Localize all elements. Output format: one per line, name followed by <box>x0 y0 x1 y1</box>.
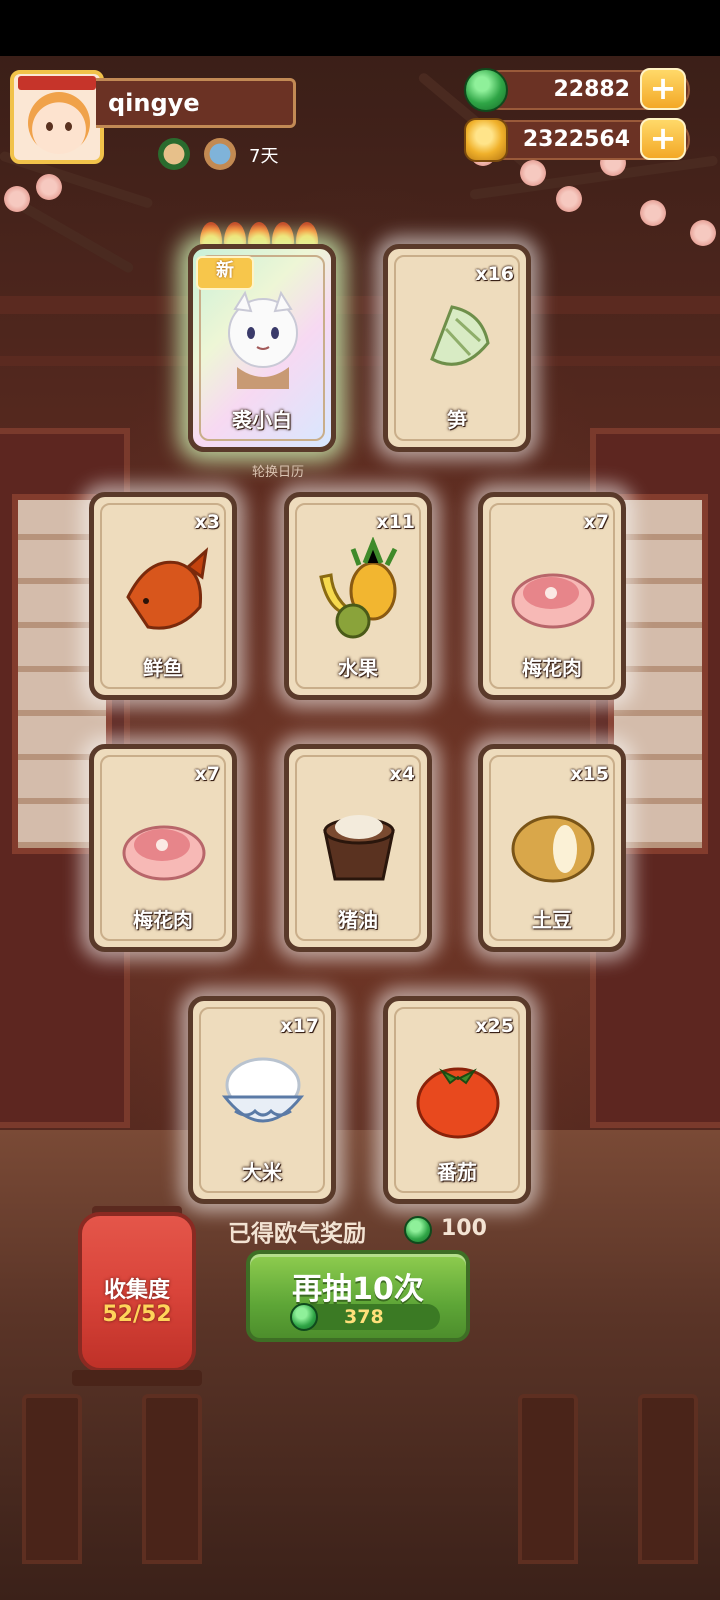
pork-icon <box>118 789 210 893</box>
rice-bowl-icon <box>217 1041 309 1145</box>
railing-post <box>22 1394 82 1564</box>
avatar-face <box>28 92 90 154</box>
add-jade-button[interactable]: + <box>640 68 686 110</box>
railing-post <box>142 1394 202 1564</box>
player-name: qingye <box>96 78 296 128</box>
lard-icon <box>313 789 405 893</box>
new-badge: 新 <box>196 256 254 290</box>
avatar-banner <box>18 76 96 90</box>
blossom-decoration <box>36 174 62 200</box>
reward-card[interactable]: x25 番茄 <box>383 996 531 1204</box>
card-count: x11 <box>376 511 415 533</box>
reward-card[interactable]: x7 梅花肉 <box>89 744 237 952</box>
reward-card[interactable]: x16 笋 <box>383 244 531 452</box>
potato-icon <box>507 789 599 893</box>
card-count: x7 <box>194 763 220 785</box>
card-name: 笋 <box>447 408 467 432</box>
jade-icon <box>464 68 508 112</box>
reward-card[interactable]: x7 梅花肉 <box>478 492 626 700</box>
card-count: x16 <box>475 263 514 285</box>
coin-icon <box>464 118 508 162</box>
add-coin-button[interactable]: + <box>640 118 686 160</box>
reward-card[interactable]: x4 猪油 <box>284 744 432 952</box>
card-name: 大米 <box>242 1160 282 1184</box>
jade-icon <box>290 1303 318 1331</box>
jade-icon <box>404 1216 432 1244</box>
card-count: x17 <box>280 1015 319 1037</box>
card-count: x15 <box>570 763 609 785</box>
player-avatar[interactable] <box>10 70 104 164</box>
cat-character-icon <box>217 289 309 393</box>
railing-post <box>518 1394 578 1564</box>
reward-card[interactable]: x3 鲜鱼 <box>89 492 237 700</box>
card-name: 梅花肉 <box>522 656 582 680</box>
pet-badge-icon[interactable] <box>158 138 190 170</box>
blossom-decoration <box>640 200 666 226</box>
card-name: 水果 <box>338 656 378 680</box>
reward-card[interactable]: x11 水果 <box>284 492 432 700</box>
blossom-decoration <box>556 186 582 212</box>
fish-icon <box>118 537 210 641</box>
reward-card[interactable]: x17 大米 <box>188 996 336 1204</box>
blossom-decoration <box>690 220 716 246</box>
draw-again-button[interactable]: 再抽10次 378 <box>246 1250 470 1342</box>
card-name: 鲜鱼 <box>143 656 183 680</box>
card-count: x25 <box>475 1015 514 1037</box>
bowl-badge-icon[interactable] <box>204 138 236 170</box>
draw-again-label: 再抽10次 <box>292 1272 424 1307</box>
card-name: 梅花肉 <box>133 908 193 932</box>
card-name: 猪油 <box>338 908 378 932</box>
lantern-stand <box>72 1370 202 1386</box>
login-days: 7天 <box>249 146 279 167</box>
luck-reward-value: 100 <box>441 1216 487 1241</box>
wooden-beam <box>0 356 720 366</box>
collection-title: 收集度 <box>103 1278 170 1303</box>
collection-lantern[interactable]: 收集度 52/52 <box>78 1212 196 1372</box>
blossom-decoration <box>520 160 546 186</box>
draw-cost-value: 378 <box>344 1306 384 1328</box>
card-name: 番茄 <box>437 1160 477 1184</box>
blossom-decoration <box>4 186 30 212</box>
card-count: x3 <box>194 511 220 533</box>
bamboo-shoot-icon <box>412 289 504 393</box>
tomato-icon <box>412 1041 504 1145</box>
card-count: x7 <box>583 511 609 533</box>
rotation-calendar-caption: 轮换日历 <box>251 465 304 480</box>
fruit-icon <box>313 536 405 641</box>
luck-reward-label: 已得欧气奖励 <box>228 1221 366 1247</box>
status-bar <box>0 0 720 56</box>
wooden-beam <box>0 296 720 314</box>
railing-post <box>638 1394 698 1564</box>
pork-icon <box>507 537 599 641</box>
card-count: x4 <box>389 763 415 785</box>
draw-cost: 378 <box>290 1303 440 1331</box>
collection-progress: 52/52 <box>102 1302 172 1327</box>
card-name: 土豆 <box>532 908 572 932</box>
card-name: 裘小白 <box>232 408 292 432</box>
reward-card[interactable]: x15 土豆 <box>478 744 626 952</box>
